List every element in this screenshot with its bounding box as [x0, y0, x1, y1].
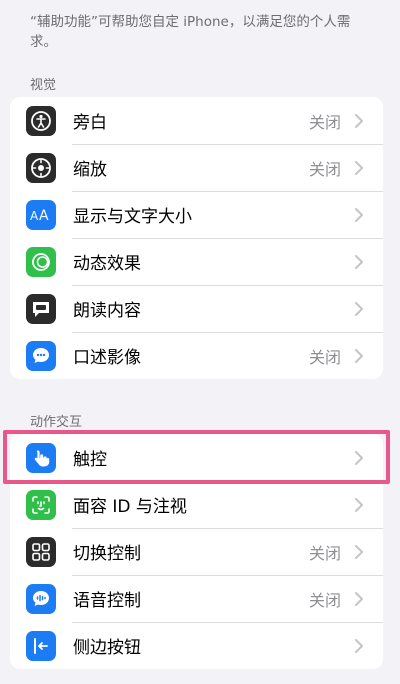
- row-label: 口述影像: [73, 348, 141, 368]
- chevron-right-icon: [351, 638, 367, 653]
- text-size-icon: AA: [26, 199, 56, 230]
- row-value: 关闭: [308, 112, 341, 132]
- chevron-right-icon: [351, 160, 367, 175]
- row-face-id-attention[interactable]: 面容 ID 与注视: [10, 481, 383, 528]
- row-voice-control[interactable]: 语音控制 关闭: [10, 575, 383, 622]
- row-value: 关闭: [308, 347, 341, 367]
- motion-icon: [26, 246, 56, 277]
- chevron-right-icon: [351, 348, 367, 363]
- voiceover-icon: [26, 105, 56, 136]
- chevron-right-icon: [351, 254, 367, 269]
- switch-control-icon: [26, 536, 56, 567]
- row-value: 关闭: [308, 590, 341, 610]
- row-switch-control[interactable]: 切换控制 关闭: [10, 528, 383, 575]
- row-voiceover[interactable]: 旁白 关闭: [10, 97, 383, 144]
- row-side-button[interactable]: 侧边按钮: [10, 622, 383, 669]
- chevron-right-icon: [351, 497, 367, 512]
- row-label: 切换控制: [73, 544, 141, 564]
- vision-group: 旁白 关闭 缩放 关闭 AA 显示与文字大小 动态效果 朗读内容 口述影像 关闭: [10, 97, 383, 379]
- chevron-right-icon: [351, 591, 367, 606]
- svg-text:A: A: [39, 208, 49, 224]
- row-value: 关闭: [308, 159, 341, 179]
- row-label: 语音控制: [73, 591, 141, 611]
- chevron-right-icon: [351, 301, 367, 316]
- row-label: 旁白: [73, 113, 107, 133]
- row-spoken-content[interactable]: 朗读内容: [10, 285, 383, 332]
- spoken-content-icon: [26, 293, 56, 324]
- row-audio-description[interactable]: 口述影像 关闭: [10, 332, 383, 379]
- zoom-icon: [26, 152, 56, 183]
- highlight-box: [3, 430, 390, 484]
- chevron-right-icon: [351, 207, 367, 222]
- row-label: 面容 ID 与注视: [73, 497, 187, 517]
- row-zoom[interactable]: 缩放 关闭: [10, 144, 383, 191]
- chevron-right-icon: [351, 544, 367, 559]
- row-label: 侧边按钮: [73, 638, 141, 658]
- section-header-interaction: 动作交互: [30, 415, 83, 430]
- chevron-right-icon: [351, 113, 367, 128]
- face-id-icon: [26, 489, 56, 520]
- intro-text: “辅助功能”可帮助您自定 iPhone，以满足您的个人需求。: [30, 14, 351, 50]
- row-label: 动态效果: [73, 254, 141, 274]
- section-header-vision: 视觉: [30, 78, 57, 93]
- row-value: 关闭: [308, 543, 341, 563]
- row-label: 显示与文字大小: [73, 207, 192, 227]
- row-label: 缩放: [73, 160, 107, 180]
- side-button-icon: [26, 630, 56, 661]
- voice-control-icon: [26, 583, 56, 614]
- row-label: 朗读内容: [73, 301, 141, 321]
- audio-description-icon: [26, 340, 56, 371]
- row-display-text-size[interactable]: AA 显示与文字大小: [10, 191, 383, 238]
- row-motion[interactable]: 动态效果: [10, 238, 383, 285]
- svg-text:A: A: [30, 209, 39, 223]
